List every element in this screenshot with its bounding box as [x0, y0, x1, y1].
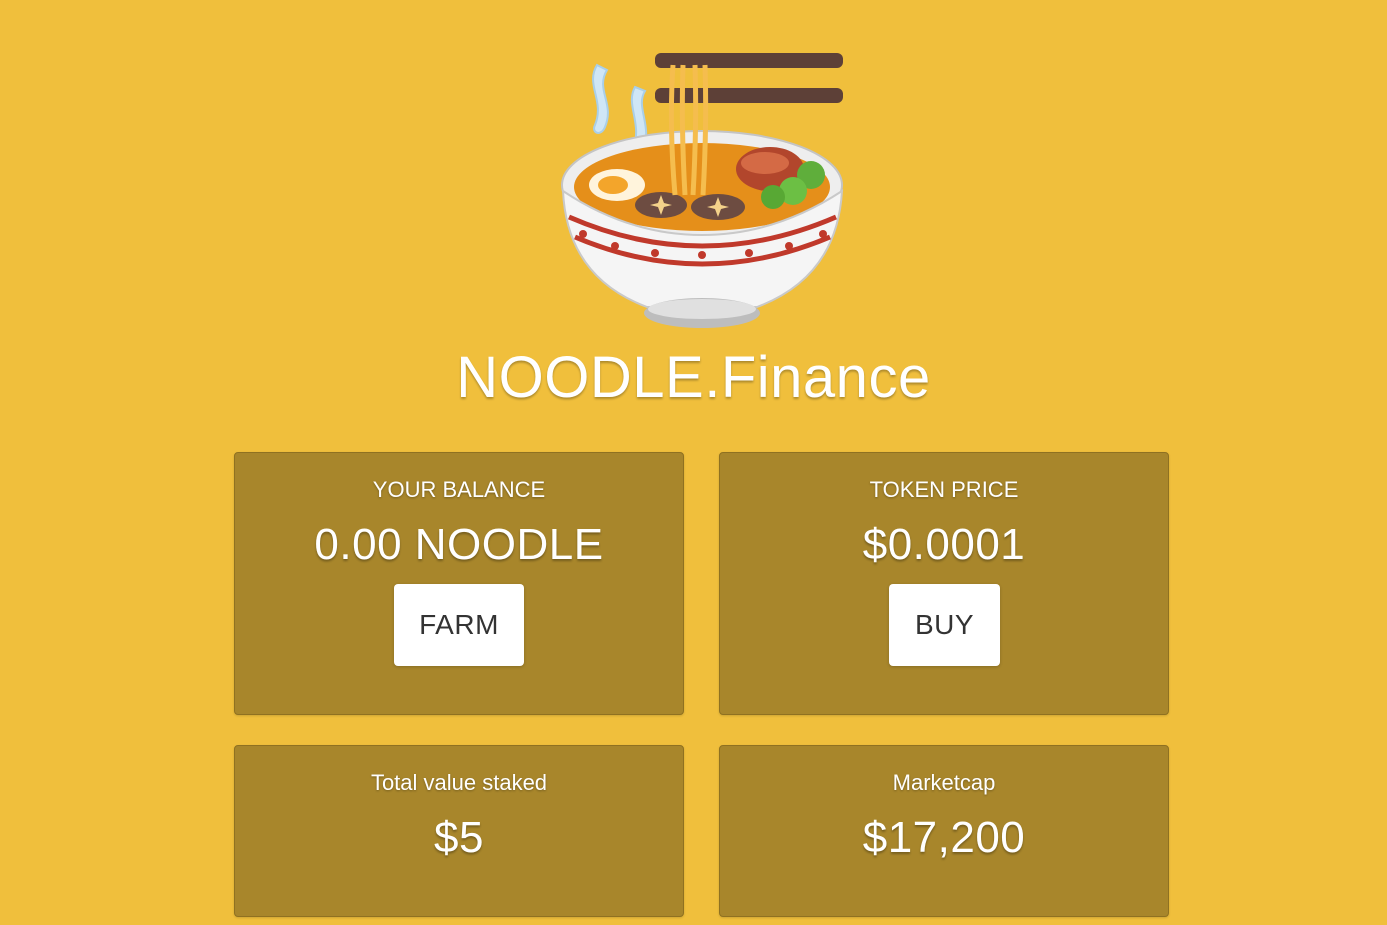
site-title: NOODLE.Finance	[456, 345, 931, 410]
total-staked-card: Total value staked $5	[234, 745, 684, 917]
token-price-value: $0.0001	[862, 520, 1026, 569]
marketcap-label: Marketcap	[892, 770, 996, 795]
token-price-card: TOKEN PRICE $0.0001 BUY	[719, 452, 1169, 715]
noodle-bowl-icon	[561, 53, 844, 328]
total-staked-value: $5	[434, 813, 484, 862]
buy-button[interactable]: BUY	[889, 584, 1000, 666]
marketcap-card: Marketcap $17,200	[719, 745, 1169, 917]
farm-button[interactable]: FARM	[394, 584, 524, 666]
total-staked-label: Total value staked	[370, 770, 548, 795]
marketcap-value: $17,200	[862, 813, 1026, 862]
balance-label: YOUR BALANCE	[372, 477, 546, 502]
balance-card: YOUR BALANCE 0.00 NOODLE FARM	[234, 452, 684, 715]
balance-value: 0.00 NOODLE	[314, 520, 604, 569]
page: NOODLE.Finance YOUR BALANCE 0.00 NOODLE …	[0, 0, 1387, 925]
token-price-label: TOKEN PRICE	[869, 477, 1019, 502]
